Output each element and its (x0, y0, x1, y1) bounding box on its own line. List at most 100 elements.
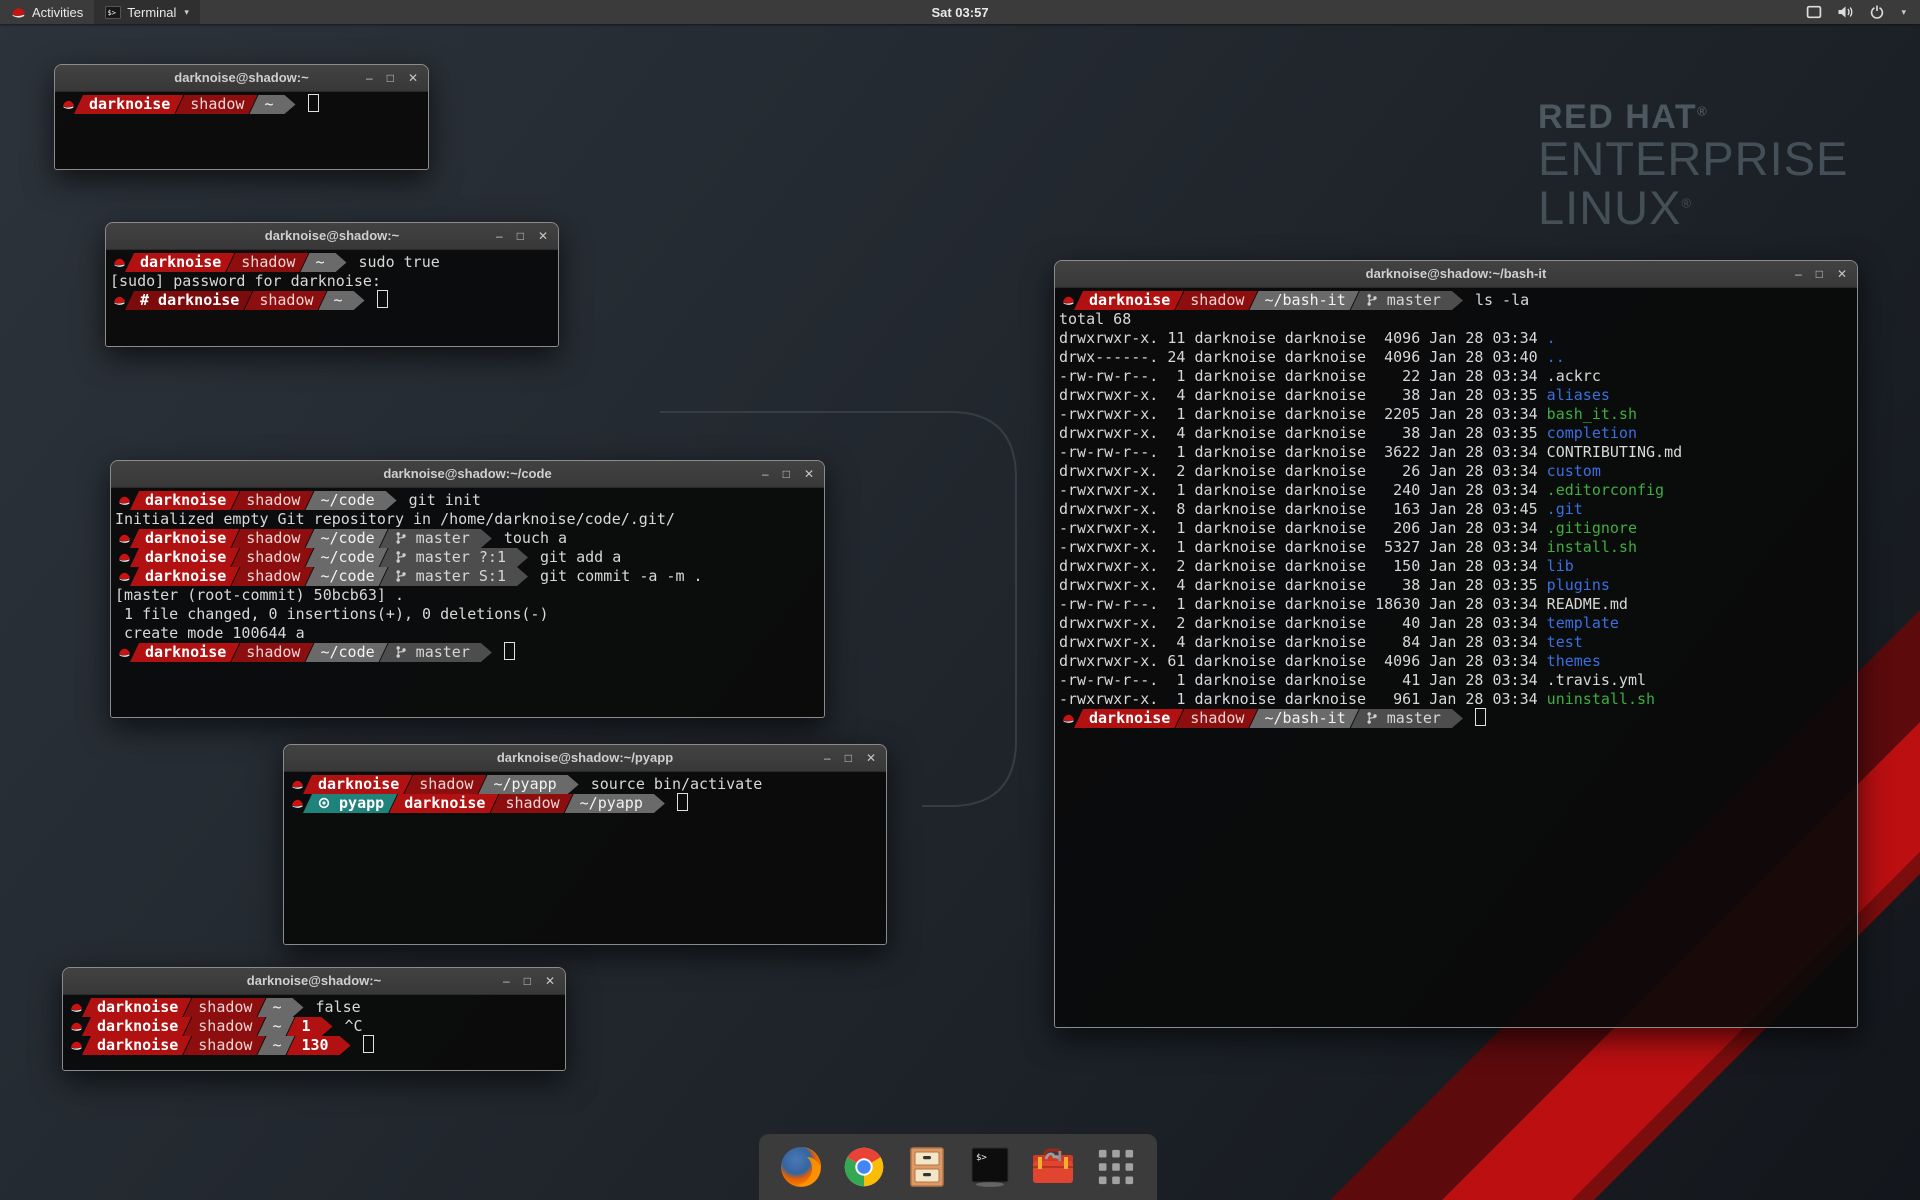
activities-label: Activities (32, 5, 83, 20)
terminal-line: drwxrwxr-x. 2 darknoise darknoise 40 Jan… (1059, 614, 1853, 633)
maximize-button[interactable]: □ (845, 752, 852, 764)
svg-text:$>: $> (108, 9, 116, 17)
ls-row-name: completion (1547, 424, 1637, 442)
terminal-line: drwxrwxr-x. 61 darknoise darknoise 4096 … (1059, 652, 1853, 671)
terminal-line: -rwxrwxr-x. 1 darknoise darknoise 2205 J… (1059, 405, 1853, 424)
window-title: darknoise@shadow:~ (106, 223, 558, 249)
ls-row-name: test (1547, 633, 1583, 651)
redhat-prompt-icon (115, 491, 133, 511)
terminal-content[interactable]: darknoiseshadow~/bash-it masterls -latot… (1055, 288, 1857, 1027)
terminal-line: darknoiseshadow~/code master S:1git comm… (115, 567, 820, 586)
prompt-segment-path: ~ (257, 998, 303, 1017)
chevron-down-icon: ▾ (184, 7, 189, 18)
window-titlebar[interactable]: darknoise@shadow:~– □ ✕ (106, 223, 558, 250)
activities-button[interactable]: Activities (0, 0, 94, 24)
ls-row-meta: -rw-rw-r--. 1 darknoise darknoise 22 Jan… (1059, 367, 1547, 385)
dock-item-toolbox[interactable] (1030, 1144, 1076, 1190)
maximize-button[interactable]: □ (387, 72, 394, 84)
redhat-icon (291, 779, 304, 790)
prompt-segment-path: ~/code (305, 491, 396, 510)
close-button[interactable]: ✕ (545, 975, 555, 987)
prompt-segment-user: darknoise (82, 998, 191, 1017)
window-titlebar[interactable]: darknoise@shadow:~/pyapp–□✕ (284, 745, 886, 772)
terminal-line: [master (root-commit) 50bcb63] . (115, 586, 820, 605)
close-button[interactable]: ✕ (1837, 268, 1847, 280)
prompt-segment-host: shadow (183, 1017, 265, 1036)
redhat-icon (1062, 713, 1075, 724)
redhat-icon (62, 99, 75, 110)
close-button[interactable]: ✕ (538, 230, 548, 242)
close-button[interactable]: ✕ (866, 752, 876, 764)
terminal-cursor (308, 94, 319, 112)
prompt-segment-host: shadow (231, 643, 313, 662)
ls-row-name: lib (1547, 557, 1574, 575)
prompt-segment-user: darknoise (1074, 291, 1183, 310)
window-titlebar[interactable]: darknoise@shadow:~/bash-it–□✕ (1055, 261, 1857, 288)
minimize-button[interactable]: – (366, 72, 373, 84)
minimize-button[interactable]: – (496, 230, 503, 242)
close-button[interactable]: ✕ (804, 468, 814, 480)
terminal-window-t3[interactable]: darknoise@shadow:~/code–□✕darknoiseshado… (110, 460, 825, 718)
redhat-prompt-icon (1059, 709, 1077, 729)
maximize-button[interactable]: □ (783, 468, 790, 480)
ls-row-name: aliases (1547, 386, 1610, 404)
terminal-content[interactable]: darknoiseshadow~/codegit initInitialized… (111, 488, 824, 717)
redhat-icon (118, 647, 131, 658)
terminal-window-t5[interactable]: darknoise@shadow:~–□✕darknoiseshadow~fal… (62, 967, 566, 1071)
terminal-content[interactable]: darknoiseshadow~ (55, 92, 428, 169)
logo-registered-mark: ® (1697, 104, 1708, 119)
ls-row-name: .git (1547, 500, 1583, 518)
focused-app-menu[interactable]: $> Terminal ▾ (94, 0, 200, 24)
dock-item-terminal[interactable]: $> (967, 1144, 1013, 1190)
dock-item-files[interactable] (904, 1144, 950, 1190)
terminal-content[interactable]: darknoiseshadow~sudo true[sudo] password… (106, 250, 558, 346)
maximize-button[interactable]: □ (517, 230, 524, 242)
close-button[interactable]: ✕ (408, 72, 418, 84)
clock[interactable]: Sat 03:57 (0, 5, 1920, 20)
terminal-window-t2[interactable]: darknoise@shadow:~–□✕darknoiseshadow~sud… (105, 222, 559, 347)
terminal-content[interactable]: darknoiseshadow~falsedarknoiseshadow~1^C… (63, 995, 565, 1070)
window-titlebar[interactable]: darknoise@shadow:~–□✕ (63, 968, 565, 995)
terminal-line: -rw-rw-r--. 1 darknoise darknoise 3622 J… (1059, 443, 1853, 462)
git-branch-icon (395, 531, 407, 545)
maximize-button[interactable]: □ (524, 975, 531, 987)
prompt-segment-git: master (1351, 291, 1463, 310)
terminal-line: drwx------. 24 darknoise darknoise 4096 … (1059, 348, 1853, 367)
command-text: sudo true (359, 253, 440, 271)
ls-row-name: uninstall.sh (1547, 690, 1655, 708)
minimize-button[interactable]: – (503, 975, 510, 987)
terminal-line: create mode 100644 a (115, 624, 820, 643)
terminal-window-t1[interactable]: darknoise@shadow:~–□✕darknoiseshadow~ (54, 64, 429, 170)
minimize-button[interactable]: – (1795, 268, 1802, 280)
dock: $> (759, 1134, 1157, 1200)
files-icon (907, 1146, 947, 1188)
prompt-segment-path: ~/pyapp (565, 794, 665, 813)
window-titlebar[interactable]: darknoise@shadow:~–□✕ (55, 65, 428, 92)
prompt-segment-path: ~ (249, 95, 295, 114)
terminal-window-t4[interactable]: darknoise@shadow:~/pyapp–□✕darknoiseshad… (283, 744, 887, 945)
terminal-line: -rwxrwxr-x. 1 darknoise darknoise 240 Ja… (1059, 481, 1853, 500)
dock-item-firefox[interactable] (778, 1144, 824, 1190)
terminal-content[interactable]: darknoiseshadow~/pyappsource bin/activat… (284, 772, 886, 944)
terminal-window-t6[interactable]: darknoise@shadow:~/bash-it–□✕darknoisesh… (1054, 260, 1858, 1028)
minimize-button[interactable]: – (824, 752, 831, 764)
dock-item-chrome[interactable] (841, 1144, 887, 1190)
window-titlebar[interactable]: darknoise@shadow:~/code–□✕ (111, 461, 824, 488)
chevron-down-icon: ▾ (1901, 7, 1906, 18)
ls-row-name: .travis.yml (1547, 671, 1646, 689)
terminal-cursor (504, 642, 515, 660)
ls-row-name: .gitignore (1547, 519, 1637, 537)
prompt-segment-user: darknoise (82, 1036, 191, 1055)
minimize-button[interactable]: – (762, 468, 769, 480)
ls-row-name: template (1547, 614, 1619, 632)
terminal-line: pyappdarknoiseshadow~/pyapp (288, 794, 882, 813)
system-status-area[interactable]: ▾ (1806, 5, 1920, 19)
dock-item-app-grid[interactable] (1093, 1144, 1139, 1190)
prompt-segment-path: ~/bash-it (1249, 291, 1358, 310)
terminal-line: -rwxrwxr-x. 1 darknoise darknoise 206 Ja… (1059, 519, 1853, 538)
terminal-line: 1 file changed, 0 insertions(+), 0 delet… (115, 605, 820, 624)
chrome-icon (842, 1145, 886, 1189)
maximize-button[interactable]: □ (1816, 268, 1823, 280)
git-branch-icon (1366, 293, 1378, 307)
prompt-segment-path: ~ (300, 253, 346, 272)
